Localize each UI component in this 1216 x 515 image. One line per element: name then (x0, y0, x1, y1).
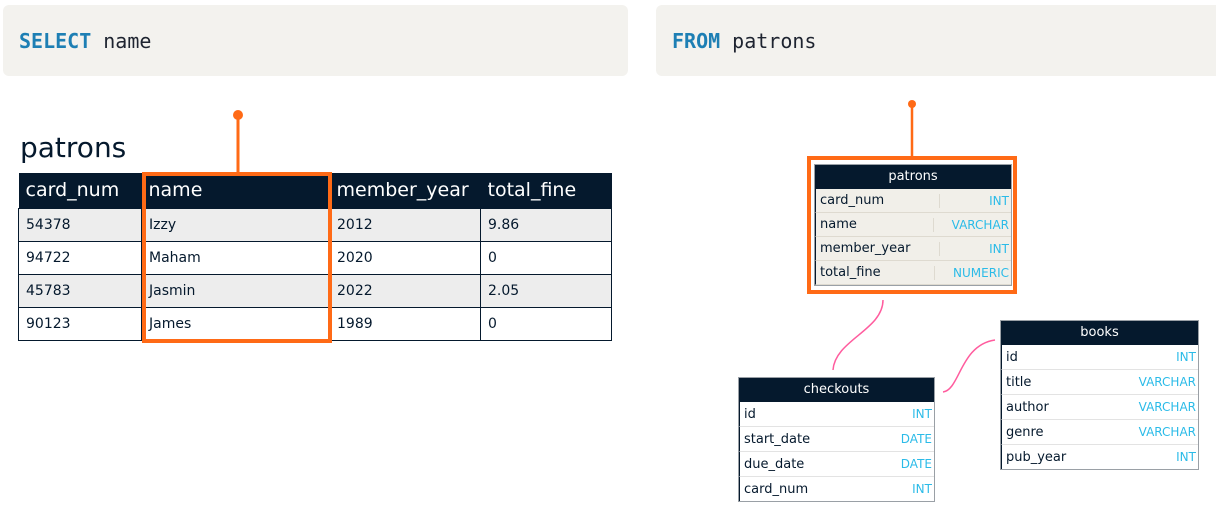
relation-line-patrons-checkouts (832, 299, 884, 371)
relation-line-checkouts-books (942, 339, 996, 393)
name-column-pointer (233, 110, 243, 173)
patrons-table-pointer (908, 100, 916, 157)
connector-overlay (233, 100, 996, 393)
